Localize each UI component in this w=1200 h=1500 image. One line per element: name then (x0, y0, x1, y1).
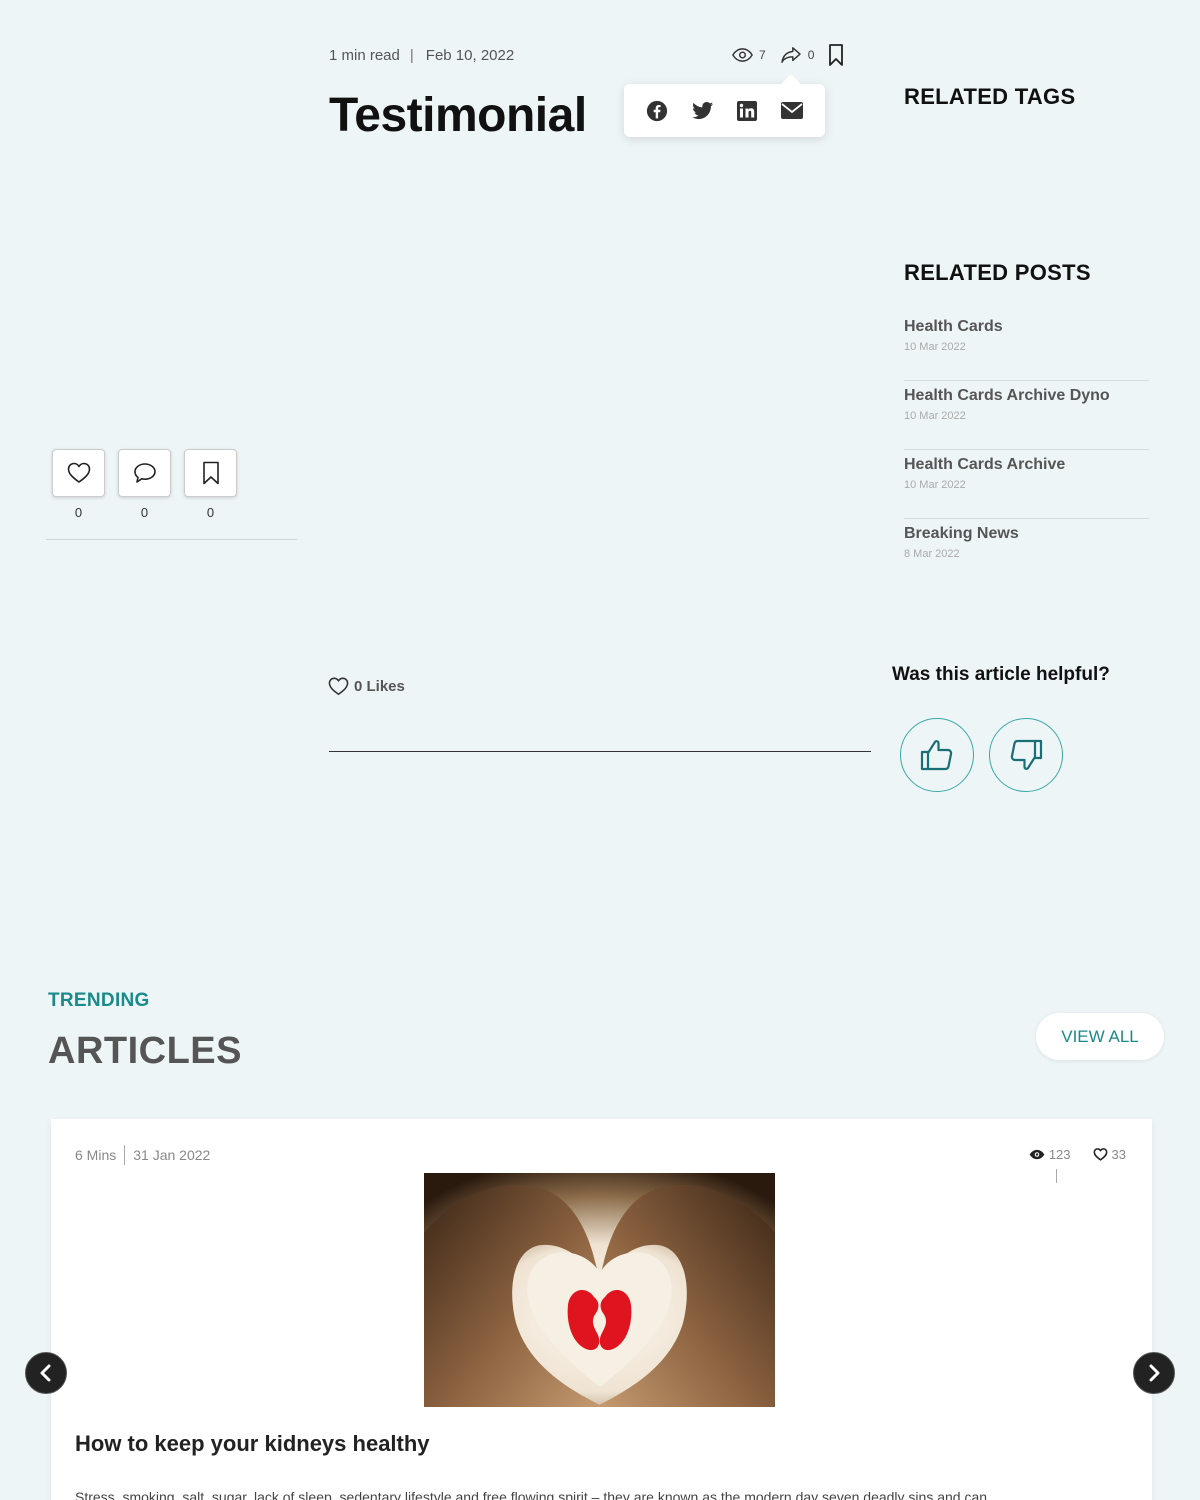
share-icon[interactable] (780, 46, 802, 64)
eye-icon (1029, 1149, 1045, 1160)
stats-divider (1056, 1169, 1057, 1183)
eye-icon (732, 48, 753, 62)
view-all-button[interactable]: VIEW ALL (1036, 1013, 1164, 1060)
related-post-item[interactable]: Breaking News 8 Mar 2022 (904, 519, 1149, 588)
related-post-item[interactable]: Health Cards Archive 10 Mar 2022 (904, 450, 1149, 519)
divider (46, 539, 297, 540)
related-post-date: 10 Mar 2022 (904, 410, 966, 422)
related-post-item[interactable]: Health Cards Archive Dyno 10 Mar 2022 (904, 381, 1149, 450)
related-posts-list: Health Cards 10 Mar 2022 Health Cards Ar… (904, 312, 1149, 588)
view-count: 7 (759, 48, 766, 62)
chevron-left-icon (39, 1364, 53, 1382)
likes-label: 0 Likes (354, 678, 405, 695)
helpful-question: Was this article helpful? (892, 664, 1110, 685)
related-post-title[interactable]: Health Cards Archive Dyno (904, 387, 1149, 405)
comment-count: 0 (140, 505, 149, 520)
meta-separator: | (409, 47, 414, 64)
card-read-time: 6 Mins (75, 1147, 117, 1163)
thumbs-down-icon (1008, 737, 1044, 773)
likes-row[interactable]: 0 Likes (328, 677, 405, 696)
read-time: 1 min read (329, 47, 400, 64)
bookmark-count: 0 (206, 505, 215, 520)
card-stats: 123 33 (1029, 1147, 1126, 1162)
facebook-icon[interactable] (646, 100, 668, 122)
heart-icon[interactable] (328, 677, 349, 696)
article-stats: 7 0 (732, 44, 844, 66)
related-post-title[interactable]: Breaking News (904, 525, 1149, 543)
thumbs-up-icon (919, 737, 955, 773)
bookmark-icon[interactable] (828, 44, 844, 66)
related-post-title[interactable]: Health Cards Archive (904, 456, 1149, 474)
comment-icon (133, 462, 157, 484)
share-menu (624, 84, 825, 137)
card-image[interactable] (424, 1173, 775, 1407)
chevron-right-icon (1147, 1364, 1161, 1382)
publish-date: Feb 10, 2022 (425, 47, 515, 64)
card-title[interactable]: How to keep your kidneys healthy (75, 1431, 430, 1457)
related-post-date: 8 Mar 2022 (904, 548, 960, 560)
like-button[interactable] (52, 449, 105, 497)
article-meta: 1 min read | Feb 10, 2022 (329, 47, 514, 64)
related-post-title[interactable]: Health Cards (904, 318, 1149, 336)
related-tags-heading: RELATED TAGS (904, 84, 1076, 109)
card-view-count: 123 (1048, 1147, 1071, 1162)
trending-title: ARTICLES (48, 1030, 242, 1072)
article-card[interactable]: 6 Mins 31 Jan 2022 123 33 How to keep yo… (51, 1119, 1152, 1500)
email-icon[interactable] (781, 102, 804, 119)
like-count: 0 (74, 505, 83, 520)
meta-divider (124, 1145, 126, 1165)
card-meta: 6 Mins 31 Jan 2022 (75, 1145, 210, 1165)
card-excerpt: Stress, smoking, salt, sugar, lack of sl… (75, 1489, 988, 1500)
card-like-count: 33 (1111, 1147, 1126, 1162)
thumbs-up-button[interactable] (900, 718, 974, 792)
twitter-icon[interactable] (691, 101, 714, 121)
comment-button[interactable] (118, 449, 171, 497)
related-post-date: 10 Mar 2022 (904, 479, 966, 491)
heart-icon (67, 462, 91, 484)
bookmark-icon (202, 461, 220, 485)
related-posts-heading: RELATED POSTS (904, 260, 1091, 285)
card-date: 31 Jan 2022 (133, 1147, 211, 1163)
linkedin-icon[interactable] (737, 100, 758, 121)
save-button[interactable] (184, 449, 237, 497)
heart-icon[interactable] (1093, 1148, 1108, 1161)
related-post-item[interactable]: Health Cards 10 Mar 2022 (904, 312, 1149, 381)
carousel-next-button[interactable] (1133, 1352, 1175, 1394)
share-count: 0 (807, 48, 815, 62)
related-post-date: 10 Mar 2022 (904, 341, 966, 353)
thumbs-down-button[interactable] (989, 718, 1063, 792)
article-title: Testimonial (329, 89, 587, 142)
carousel-prev-button[interactable] (25, 1352, 67, 1394)
trending-label: TRENDING (48, 990, 150, 1011)
divider (329, 751, 871, 752)
